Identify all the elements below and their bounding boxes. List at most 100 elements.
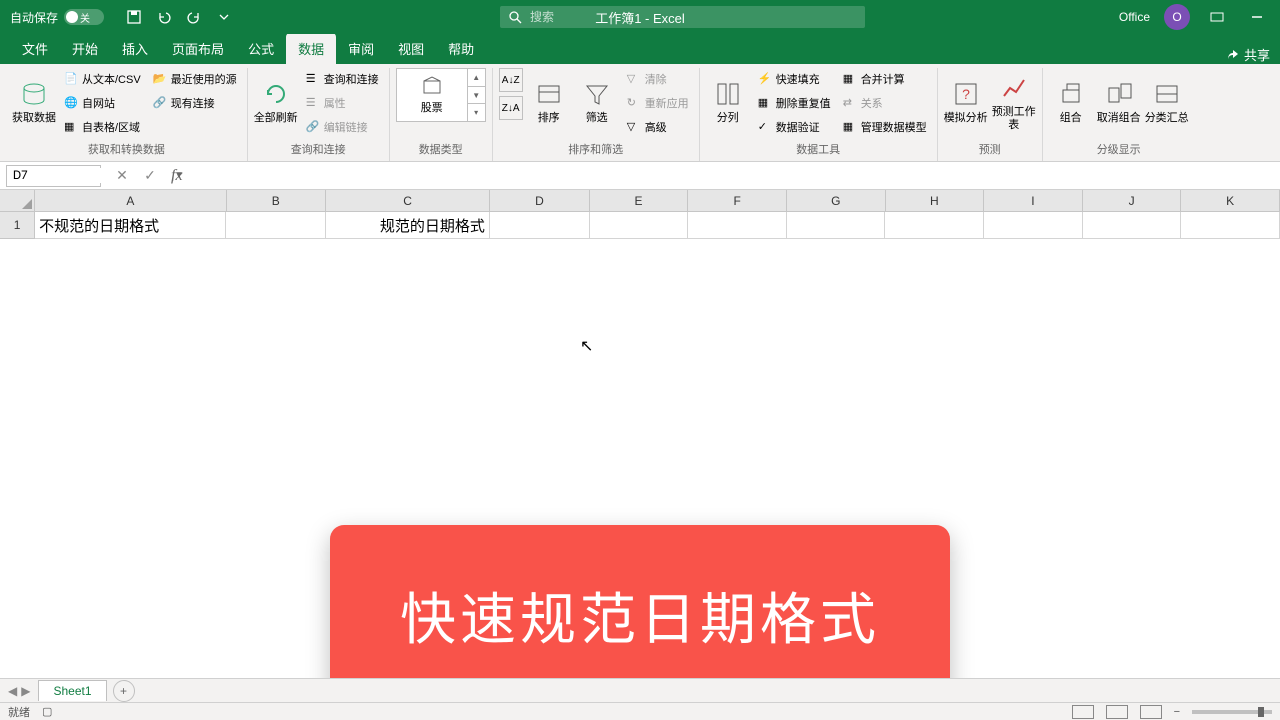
from-table-button[interactable]: ▦自表格/区域: [60, 116, 145, 138]
tab-home[interactable]: 开始: [60, 33, 110, 64]
ribbon-display-icon[interactable]: [1204, 4, 1230, 30]
sheet-next-icon[interactable]: ▶: [21, 684, 30, 698]
subtotal-button[interactable]: 分类汇总: [1145, 68, 1189, 138]
row-header[interactable]: 1: [0, 212, 35, 239]
refresh-all-button[interactable]: 全部刷新: [254, 68, 298, 138]
status-ready: 就绪: [8, 704, 30, 720]
tab-file[interactable]: 文件: [10, 33, 60, 64]
relationships-button[interactable]: ⇄关系: [839, 92, 931, 114]
share-button[interactable]: 共享: [1226, 45, 1280, 64]
tab-data[interactable]: 数据: [286, 33, 336, 64]
cancel-icon[interactable]: ✕: [113, 167, 131, 184]
from-web-button[interactable]: 🌐自网站: [60, 92, 145, 114]
text-to-columns-button[interactable]: 分列: [706, 68, 750, 138]
col-header-I[interactable]: I: [984, 190, 1083, 211]
cell-A1[interactable]: 不规范的日期格式: [35, 212, 226, 239]
manage-data-model-button[interactable]: ▦管理数据模型: [839, 116, 931, 138]
sheet-tab[interactable]: Sheet1: [38, 680, 106, 701]
gallery-down-icon[interactable]: ▼: [468, 87, 485, 105]
sort-desc-icon[interactable]: Z↓A: [499, 96, 523, 120]
col-header-C[interactable]: C: [326, 190, 490, 211]
cell-H1[interactable]: [885, 212, 984, 239]
minimize-icon[interactable]: [1244, 4, 1270, 30]
reapply-button[interactable]: ↻重新应用: [623, 92, 693, 114]
sort-asc-icon[interactable]: A↓Z: [499, 68, 523, 92]
autosave-toggle[interactable]: 自动保存 关: [10, 9, 104, 26]
add-sheet-button[interactable]: +: [113, 680, 135, 702]
tab-formulas[interactable]: 公式: [236, 33, 286, 64]
get-data-icon: [20, 80, 48, 108]
group-button[interactable]: 组合: [1049, 68, 1093, 138]
filter-button[interactable]: 筛选: [575, 68, 619, 138]
queries-connections-button[interactable]: ☰查询和连接: [302, 68, 383, 90]
select-all-corner[interactable]: [0, 190, 35, 211]
undo-icon[interactable]: [156, 9, 172, 25]
cell-I1[interactable]: [984, 212, 1083, 239]
tab-view[interactable]: 视图: [386, 33, 436, 64]
normal-view-icon[interactable]: [1072, 705, 1094, 719]
tab-insert[interactable]: 插入: [110, 33, 160, 64]
data-types-gallery[interactable]: 股票 ▲ ▼ ▾: [396, 68, 486, 122]
refresh-icon: [262, 80, 290, 108]
col-header-D[interactable]: D: [490, 190, 590, 211]
properties-button[interactable]: ☰属性: [302, 92, 383, 114]
col-header-A[interactable]: A: [35, 190, 226, 211]
table-icon: ▦: [64, 120, 78, 134]
consolidate-button[interactable]: ▦合并计算: [839, 68, 931, 90]
fx-icon[interactable]: fx: [171, 167, 183, 185]
qat-customize-icon[interactable]: [216, 9, 232, 25]
col-header-K[interactable]: K: [1181, 190, 1280, 211]
col-header-B[interactable]: B: [227, 190, 327, 211]
cell-B1[interactable]: [226, 212, 326, 239]
col-header-E[interactable]: E: [590, 190, 689, 211]
recent-sources-button[interactable]: 📂最近使用的源: [149, 68, 241, 90]
get-data-button[interactable]: 获取数据: [12, 68, 56, 138]
tab-review[interactable]: 审阅: [336, 33, 386, 64]
from-text-csv-button[interactable]: 📄从文本/CSV: [60, 68, 145, 90]
advanced-filter-button[interactable]: ▽高级: [623, 116, 693, 138]
sheet-prev-icon[interactable]: ◀: [8, 684, 17, 698]
save-icon[interactable]: [126, 9, 142, 25]
zoom-out-icon[interactable]: −: [1174, 706, 1180, 718]
search-input[interactable]: [530, 10, 857, 24]
toast-text: 快速规范日期格式: [400, 575, 880, 656]
ungroup-button[interactable]: 取消组合: [1097, 68, 1141, 138]
whatif-button[interactable]: ? 模拟分析: [944, 68, 988, 138]
cell-E1[interactable]: [590, 212, 689, 239]
zoom-slider[interactable]: [1192, 710, 1272, 714]
col-header-H[interactable]: H: [886, 190, 985, 211]
data-validation-button[interactable]: ✓数据验证: [754, 116, 835, 138]
cell-D1[interactable]: [490, 212, 590, 239]
forecast-sheet-button[interactable]: 预测工作表: [992, 68, 1036, 138]
sort-button[interactable]: 排序: [527, 68, 571, 138]
gallery-more-icon[interactable]: ▾: [468, 104, 485, 121]
search-box[interactable]: [500, 6, 865, 28]
tab-help[interactable]: 帮助: [436, 33, 486, 64]
macro-record-icon[interactable]: ▢: [42, 705, 52, 718]
group-outline: 组合 取消组合 分类汇总 分级显示: [1043, 68, 1195, 161]
flash-fill-button[interactable]: ⚡快速填充: [754, 68, 835, 90]
cell-K1[interactable]: [1181, 212, 1280, 239]
cell-G1[interactable]: [787, 212, 886, 239]
remove-duplicates-button[interactable]: ▦删除重复值: [754, 92, 835, 114]
recent-icon: 📂: [153, 72, 167, 86]
cell-F1[interactable]: [688, 212, 787, 239]
cell-C1[interactable]: 规范的日期格式: [326, 212, 490, 239]
col-header-G[interactable]: G: [787, 190, 886, 211]
tab-page-layout[interactable]: 页面布局: [160, 33, 236, 64]
account-name[interactable]: Office: [1119, 10, 1150, 24]
col-header-F[interactable]: F: [688, 190, 787, 211]
existing-connections-button[interactable]: 🔗现有连接: [149, 92, 241, 114]
formula-input[interactable]: [189, 165, 1280, 187]
avatar[interactable]: O: [1164, 4, 1190, 30]
name-box[interactable]: ▼: [6, 165, 101, 187]
gallery-up-icon[interactable]: ▲: [468, 69, 485, 87]
cell-J1[interactable]: [1083, 212, 1182, 239]
edit-links-button[interactable]: 🔗编辑链接: [302, 116, 383, 138]
redo-icon[interactable]: [186, 9, 202, 25]
enter-icon[interactable]: ✓: [141, 167, 159, 184]
clear-filter-button[interactable]: ▽清除: [623, 68, 693, 90]
page-break-view-icon[interactable]: [1140, 705, 1162, 719]
col-header-J[interactable]: J: [1083, 190, 1182, 211]
page-layout-view-icon[interactable]: [1106, 705, 1128, 719]
